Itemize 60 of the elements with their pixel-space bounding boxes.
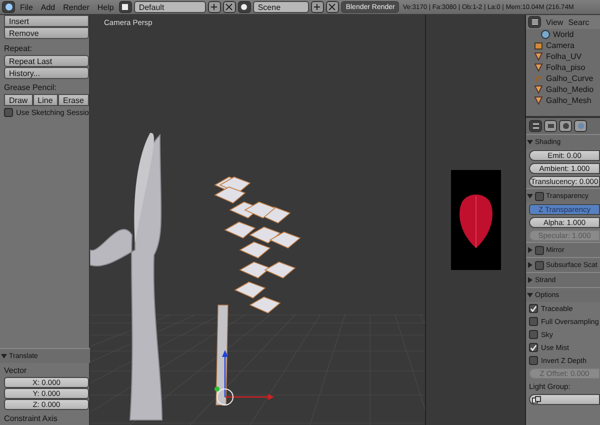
- section-label: Repeat:: [4, 44, 34, 53]
- menu-item[interactable]: File: [17, 2, 36, 12]
- add-icon[interactable]: [310, 1, 324, 13]
- tool-button[interactable]: Draw: [4, 94, 33, 106]
- checkbox[interactable]: [529, 356, 538, 365]
- close-icon[interactable]: [222, 1, 236, 13]
- outliner-item[interactable]: Camera: [526, 40, 600, 51]
- checkbox[interactable]: [529, 304, 538, 313]
- outliner-item[interactable]: Galho_Curve: [526, 73, 600, 84]
- checkbox[interactable]: [535, 260, 544, 270]
- expand-triangle-icon[interactable]: [527, 262, 533, 268]
- menu-item[interactable]: Help: [94, 2, 117, 12]
- tool-button[interactable]: Repeat Last: [4, 55, 89, 67]
- group-icon: [532, 396, 541, 404]
- checkbox[interactable]: [529, 343, 538, 352]
- world-tab-icon[interactable]: [574, 120, 587, 132]
- layout-field[interactable]: Default: [134, 1, 206, 13]
- collapse-triangle-icon[interactable]: [527, 193, 533, 199]
- section-label: Grease Pencil:: [4, 83, 58, 92]
- close-icon[interactable]: [326, 1, 339, 13]
- camera-icon: [534, 41, 543, 50]
- outliner-item[interactable]: Galho_Mesh: [526, 95, 600, 106]
- expand-triangle-icon[interactable]: [527, 247, 533, 253]
- curve-icon: [534, 74, 543, 83]
- collapse-triangle-icon[interactable]: [527, 292, 533, 298]
- expand-triangle-icon[interactable]: [527, 277, 533, 283]
- properties-icon[interactable]: [529, 120, 542, 132]
- checkbox[interactable]: [535, 192, 544, 200]
- info-editor-icon[interactable]: [2, 1, 15, 13]
- tool-button[interactable]: Remove: [4, 27, 89, 39]
- checkbox[interactable]: [535, 246, 544, 254]
- outliner-item[interactable]: Galho_Medio: [526, 84, 600, 95]
- scene-field[interactable]: Scene: [252, 1, 309, 13]
- scene-icon[interactable]: [238, 1, 251, 13]
- globe-icon: [541, 30, 550, 39]
- menu-item[interactable]: View: [546, 18, 564, 26]
- menu-item[interactable]: Render: [60, 2, 92, 12]
- outliner-item[interactable]: Folha_UV: [526, 51, 600, 62]
- collapse-triangle-icon[interactable]: [1, 353, 7, 359]
- tool-button[interactable]: Line: [32, 94, 58, 106]
- checkbox[interactable]: [529, 330, 538, 339]
- transform-axes-icon: [214, 350, 274, 406]
- layout-icon[interactable]: [118, 1, 132, 13]
- scene-tab-icon[interactable]: [559, 120, 572, 132]
- collapse-triangle-icon[interactable]: [527, 139, 533, 145]
- outliner-icon[interactable]: [528, 16, 541, 28]
- menu-item[interactable]: Add: [38, 2, 58, 12]
- tool-button[interactable]: History...: [4, 67, 89, 79]
- render-tab-icon[interactable]: [544, 120, 557, 132]
- add-icon[interactable]: [208, 1, 221, 13]
- menu-item[interactable]: Searc: [568, 18, 590, 26]
- outliner-item[interactable]: Folha_piso: [526, 62, 600, 73]
- tool-button[interactable]: Erase: [58, 94, 89, 106]
- section-label: Constraint Axis: [4, 414, 58, 423]
- text-field[interactable]: [529, 394, 600, 405]
- outliner-item[interactable]: World: [526, 29, 600, 40]
- tool-button[interactable]: Insert: [4, 15, 89, 27]
- checkbox[interactable]: [529, 317, 538, 326]
- checkbox[interactable]: [4, 108, 13, 116]
- section-label: Vector: [4, 366, 28, 375]
